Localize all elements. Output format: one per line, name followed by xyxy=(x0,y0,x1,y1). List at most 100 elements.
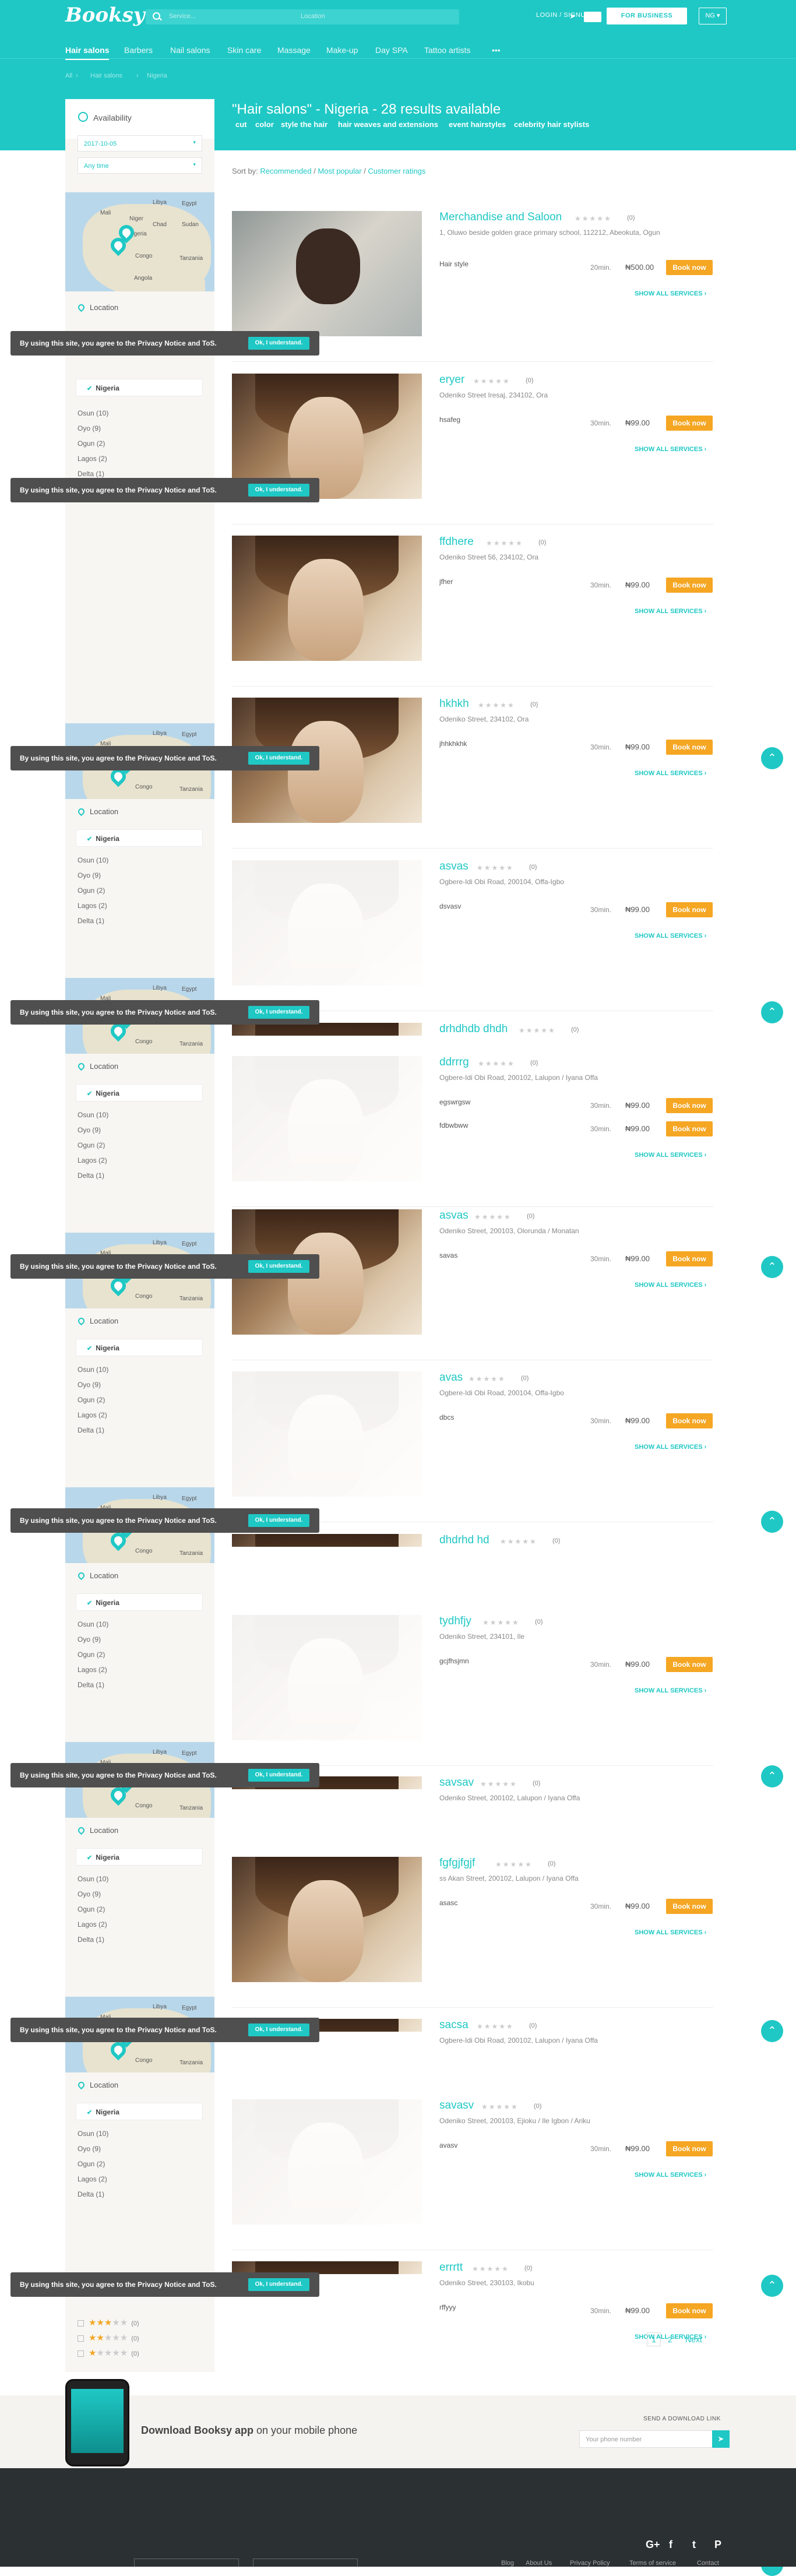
region-filter[interactable]: Ogun (2) xyxy=(78,1651,105,1659)
tag-color[interactable]: color xyxy=(255,120,274,129)
back-to-top-button[interactable]: ⌃ xyxy=(761,1256,783,1278)
region-filter[interactable]: Osun (10) xyxy=(78,1620,108,1628)
listing-name[interactable]: Merchandise and Saloon xyxy=(439,211,562,224)
listing-photo[interactable] xyxy=(232,1056,422,1181)
service-input[interactable]: Service... xyxy=(169,13,196,20)
phone-number-input[interactable]: Your phone number xyxy=(579,2430,714,2448)
show-all-services-link[interactable]: SHOW ALL SERVICES › xyxy=(635,608,706,615)
region-filter[interactable]: Delta (1) xyxy=(78,1935,104,1944)
book-now-button[interactable]: Book now xyxy=(666,2141,713,2156)
breadcrumb-hair-salons[interactable]: Hair salons xyxy=(90,72,122,79)
listing-name[interactable]: eryer xyxy=(439,374,464,386)
page-2[interactable]: 2 xyxy=(668,2335,672,2344)
tab-skin-care[interactable]: Skin care xyxy=(227,45,261,55)
tag-style[interactable]: style the hair xyxy=(281,120,327,129)
listing-photo[interactable] xyxy=(232,2099,422,2225)
book-now-button[interactable]: Book now xyxy=(666,1251,713,1266)
tag-celebrity[interactable]: celebrity hair stylists xyxy=(514,120,589,129)
listing-photo[interactable] xyxy=(232,211,422,336)
book-now-button[interactable]: Book now xyxy=(666,740,713,755)
location-input[interactable]: Location xyxy=(301,13,325,20)
twitter-icon[interactable]: t xyxy=(692,2539,696,2551)
region-filter[interactable]: Osun (10) xyxy=(78,2130,108,2138)
country-filter-nigeria[interactable]: Nigeria xyxy=(76,1084,203,1102)
country-filter-nigeria[interactable]: Nigeria xyxy=(76,1848,203,1866)
region-filter[interactable]: Ogun (2) xyxy=(78,439,105,448)
tab-tattoo-artists[interactable]: Tattoo artists xyxy=(424,45,470,55)
country-filter-nigeria[interactable]: Nigeria xyxy=(76,379,203,396)
for-business-button[interactable]: FOR BUSINESS xyxy=(607,8,687,24)
more-menu[interactable]: ••• xyxy=(492,45,501,55)
country-filter-nigeria[interactable]: Nigeria xyxy=(76,1593,203,1611)
star-filter-3[interactable]: ★★★★★ (0) xyxy=(78,2317,139,2328)
region-filter[interactable]: Lagos (2) xyxy=(78,902,107,910)
sidebar-map[interactable]: LibyaEgyptNigerChadSudanNigeriaCongoAngo… xyxy=(65,192,214,291)
ok-understand-button[interactable]: Ok, I understand. xyxy=(248,484,309,497)
listing-name[interactable]: hkhkh xyxy=(439,698,469,710)
region-filter[interactable]: Delta (1) xyxy=(78,470,104,478)
listing-photo[interactable] xyxy=(232,1857,422,1982)
region-filter[interactable]: Ogun (2) xyxy=(78,886,105,895)
book-now-button[interactable]: Book now xyxy=(666,416,713,431)
footer-terms[interactable]: Terms of service xyxy=(629,2560,676,2567)
region-filter[interactable]: Ogun (2) xyxy=(78,1141,105,1149)
listing-photo[interactable] xyxy=(232,1615,422,1740)
star-filter-2[interactable]: ★★★★★ (0) xyxy=(78,2332,139,2343)
region-filter[interactable]: Lagos (2) xyxy=(78,2175,107,2183)
region-filter[interactable]: Osun (10) xyxy=(78,1875,108,1883)
listing-name[interactable]: ddrrrg xyxy=(439,1056,469,1069)
region-filter[interactable]: Oyo (9) xyxy=(78,1635,101,1644)
tag-event[interactable]: event hairstyles xyxy=(449,120,506,129)
show-all-services-link[interactable]: SHOW ALL SERVICES › xyxy=(635,290,706,297)
login-link[interactable]: LOGIN / SIGNUP xyxy=(536,12,590,19)
show-all-services-link[interactable]: SHOW ALL SERVICES › xyxy=(635,1929,706,1936)
book-now-button[interactable]: Book now xyxy=(666,578,713,593)
listing-photo[interactable] xyxy=(232,860,422,986)
book-now-button[interactable]: Book now xyxy=(666,1413,713,1428)
star-filter-1[interactable]: ★★★★★ (0) xyxy=(78,2348,139,2358)
footer-select[interactable] xyxy=(134,2559,239,2567)
tab-nail-salons[interactable]: Nail salons xyxy=(170,45,210,55)
show-all-services-link[interactable]: SHOW ALL SERVICES › xyxy=(635,1282,706,1289)
listing-name[interactable]: asvas xyxy=(439,860,469,873)
show-all-services-link[interactable]: SHOW ALL SERVICES › xyxy=(635,1687,706,1694)
region-filter[interactable]: Osun (10) xyxy=(78,1366,108,1374)
book-now-button[interactable]: Book now xyxy=(666,902,713,917)
footer-privacy[interactable]: Privacy Policy xyxy=(570,2560,610,2567)
region-filter[interactable]: Lagos (2) xyxy=(78,1411,107,1419)
region-filter[interactable]: Osun (10) xyxy=(78,409,108,417)
google-plus-icon[interactable]: G+ xyxy=(646,2539,660,2551)
country-filter-nigeria[interactable]: Nigeria xyxy=(76,2103,203,2120)
region-filter[interactable]: Oyo (9) xyxy=(78,2145,101,2153)
listing-name[interactable]: tydhfjy xyxy=(439,1615,471,1628)
ok-understand-button[interactable]: Ok, I understand. xyxy=(248,1006,309,1019)
listing-name[interactable]: savasv xyxy=(439,2099,474,2112)
region-filter[interactable]: Osun (10) xyxy=(78,856,108,864)
date-select[interactable]: 2017-10-05 ▾ xyxy=(78,135,202,152)
region-filter[interactable]: Oyo (9) xyxy=(78,871,101,879)
send-icon[interactable]: ➤ xyxy=(712,2430,730,2448)
next-page[interactable]: Next xyxy=(685,2335,702,2344)
region-filter[interactable]: Delta (1) xyxy=(78,2190,104,2198)
ok-understand-button[interactable]: Ok, I understand. xyxy=(248,1514,309,1527)
tab-massage[interactable]: Massage xyxy=(277,45,311,55)
show-all-services-link[interactable]: SHOW ALL SERVICES › xyxy=(635,1152,706,1159)
show-all-services-link[interactable]: SHOW ALL SERVICES › xyxy=(635,2172,706,2179)
region-filter[interactable]: Delta (1) xyxy=(78,1681,104,1689)
tag-cut[interactable]: cut xyxy=(235,120,247,129)
listing-name[interactable]: ffdhere xyxy=(439,536,474,548)
footer-about[interactable]: About Us xyxy=(526,2560,552,2567)
region-filter[interactable]: Oyo (9) xyxy=(78,1381,101,1389)
region-filter[interactable]: Lagos (2) xyxy=(78,1666,107,1674)
book-now-button[interactable]: Book now xyxy=(666,1098,713,1113)
book-now-button[interactable]: Book now xyxy=(666,1657,713,1672)
region-filter[interactable]: Lagos (2) xyxy=(78,1156,107,1164)
ok-understand-button[interactable]: Ok, I understand. xyxy=(248,2278,309,2291)
back-to-top-button[interactable]: ⌃ xyxy=(761,747,783,769)
back-to-top-button[interactable]: ⌃ xyxy=(761,1001,783,1023)
show-all-services-link[interactable]: SHOW ALL SERVICES › xyxy=(635,1444,706,1451)
country-filter-nigeria[interactable]: Nigeria xyxy=(76,829,203,847)
show-all-services-link[interactable]: SHOW ALL SERVICES › xyxy=(635,932,706,939)
listing-name[interactable]: avas xyxy=(439,1371,463,1384)
sort-popular[interactable]: Most popular xyxy=(318,167,361,175)
